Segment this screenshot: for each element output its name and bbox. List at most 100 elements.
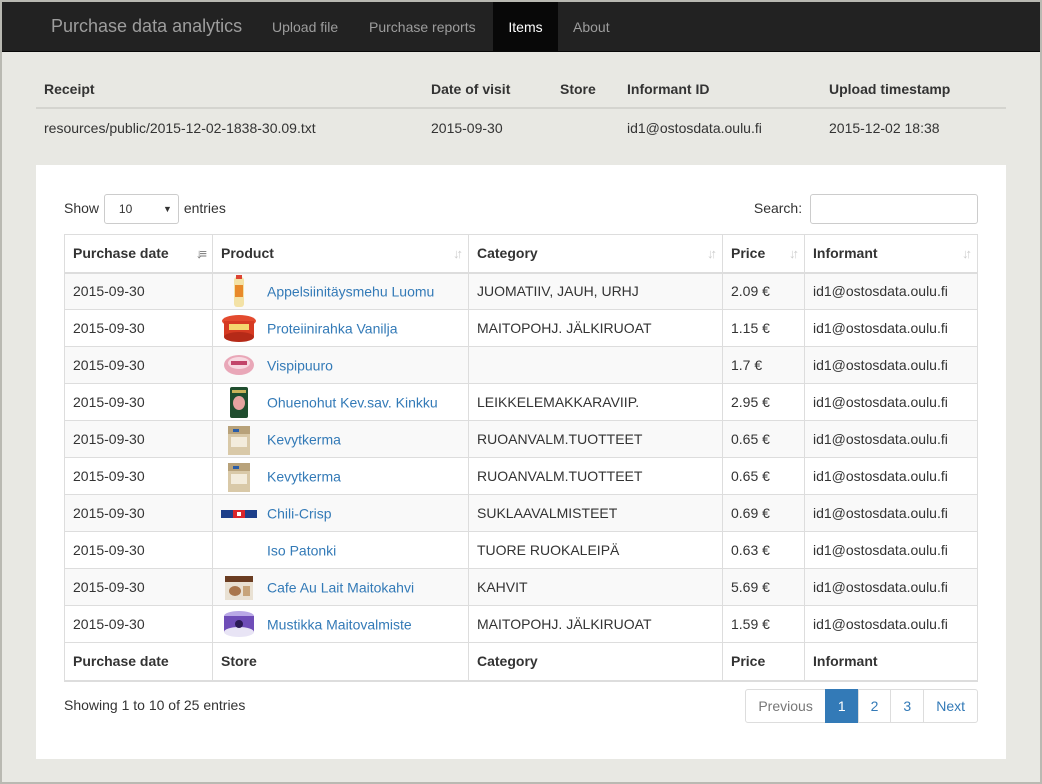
price-cell: 2.09 €	[722, 272, 805, 310]
previous-page-button[interactable]: Previous	[745, 689, 826, 723]
product-link[interactable]: Cafe Au Lait Maitokahvi	[267, 579, 414, 595]
nav-purchase-reports[interactable]: Purchase reports	[354, 2, 491, 52]
table-row: 2015-09-30 Cafe Au Lait Maitokahvi KAHVIT 5…	[64, 568, 978, 606]
entries-length-control: Show 10 ▼ entries	[64, 193, 226, 225]
purchase-date-cell: 2015-09-30	[64, 272, 213, 310]
cream-carton-icon	[221, 460, 257, 493]
price-cell: 1.59 €	[722, 605, 805, 643]
sort-both-icon: ↓↑	[453, 246, 463, 261]
product-cell: Ohuenohut Kev.sav. Kinkku	[212, 383, 469, 421]
table-row: 2015-09-30 Mustikka Maitovalmiste MAITOPOH…	[64, 605, 978, 643]
price-cell: 2.95 €	[722, 383, 805, 421]
product-link[interactable]: Iso Patonki	[267, 542, 336, 558]
receipt-row: resources/public/2015-12-02-1838-30.09.t…	[36, 108, 1006, 146]
sort-category[interactable]: Category ↓↑	[468, 234, 723, 274]
purchase-date-cell: 2015-09-30	[64, 383, 213, 421]
receipt-path: resources/public/2015-12-02-1838-30.09.t…	[44, 119, 316, 136]
price-cell: 0.65 €	[722, 420, 805, 458]
nav-about[interactable]: About	[558, 2, 625, 52]
cream-carton-icon	[221, 423, 257, 456]
sort-informant[interactable]: Informant ↓↑	[804, 234, 978, 274]
price-header: Price	[731, 245, 766, 262]
informant-cell: id1@ostosdata.oulu.fi	[804, 383, 978, 421]
search-input[interactable]	[810, 194, 978, 225]
sort-both-icon: ↓↑	[962, 246, 972, 261]
sort-purchase-date[interactable]: Purchase date ↓≡	[64, 234, 213, 274]
product-cell: Kevytkerma	[212, 420, 469, 458]
page-1-button[interactable]: 1	[824, 689, 859, 723]
category-cell: TUORE RUOKALEIPÄ	[468, 531, 723, 569]
product-cell: Appelsiinitäysmehu Luomu	[212, 272, 469, 310]
receipt-header: Receipt	[36, 70, 423, 109]
product-link[interactable]: Proteiinirahka Vanilja	[267, 320, 397, 336]
sort-product[interactable]: Product ↓↑	[212, 234, 469, 274]
informant-cell: id1@ostosdata.oulu.fi	[804, 309, 978, 347]
items-table: Purchase date ↓≡ Product ↓↑ Category ↓↑ …	[64, 234, 978, 682]
category-cell: MAITOPOHJ. JÄLKIRUOAT	[468, 605, 723, 643]
page-3-button[interactable]: 3	[890, 689, 925, 723]
entries-select-value: 10	[118, 202, 133, 217]
chevron-down-icon: ▼	[163, 204, 172, 215]
informant-id: id1@ostosdata.oulu.fi	[627, 119, 762, 136]
quark-tub-icon	[221, 312, 257, 345]
price-cell: 0.69 €	[722, 494, 805, 532]
informant-cell: id1@ostosdata.oulu.fi	[804, 568, 978, 606]
product-link[interactable]: Chili-Crisp	[267, 505, 332, 521]
purchase-date-cell: 2015-09-30	[64, 457, 213, 495]
purchase-date-cell: 2015-09-30	[64, 531, 213, 569]
category-cell: RUOANVALM.TUOTTEET	[468, 420, 723, 458]
items-panel: Show 10 ▼ entries Search: Purchase date …	[36, 165, 1006, 759]
informant-cell: id1@ostosdata.oulu.fi	[804, 272, 978, 310]
nav-items[interactable]: Items	[493, 2, 558, 52]
product-link[interactable]: Mustikka Maitovalmiste	[267, 616, 412, 632]
product-link[interactable]: Vispipuuro	[267, 357, 333, 373]
product-link[interactable]: Ohuenohut Kev.sav. Kinkku	[267, 394, 438, 410]
sort-both-icon: ↓↑	[789, 246, 799, 261]
product-cell: Iso Patonki	[212, 531, 469, 569]
nav-upload-file[interactable]: Upload file	[257, 2, 353, 52]
store-header: Store	[552, 70, 619, 109]
navbar: Purchase data analytics Upload file Purc…	[2, 2, 1040, 52]
product-link[interactable]: Kevytkerma	[267, 468, 341, 484]
category-cell: LEIKKELEMAKKARAVIIP.	[468, 383, 723, 421]
product-link[interactable]: Kevytkerma	[267, 431, 341, 447]
page-2-button[interactable]: 2	[857, 689, 892, 723]
show-label: Show	[64, 200, 100, 216]
category-cell: RUOANVALM.TUOTTEET	[468, 457, 723, 495]
informant-header: Informant	[813, 245, 878, 262]
product-link[interactable]: Appelsiinitäysmehu Luomu	[267, 283, 434, 299]
informant-cell: id1@ostosdata.oulu.fi	[804, 346, 978, 384]
table-info: Showing 1 to 10 of 25 entries	[64, 697, 246, 713]
table-row: 2015-09-30 Chili-Crisp SUKLAAVALMISTEET 0.6…	[64, 494, 978, 532]
price-cell: 0.63 €	[722, 531, 805, 569]
product-cell: Cafe Au Lait Maitokahvi	[212, 568, 469, 606]
product-cell: Kevytkerma	[212, 457, 469, 495]
category-cell	[468, 346, 723, 384]
sort-price[interactable]: Price ↓↑	[722, 234, 805, 274]
table-row: 2015-09-30 Vispipuuro 1.7 € id1@ostosdata.o…	[64, 346, 978, 384]
purchase-date-cell: 2015-09-30	[64, 605, 213, 643]
empty-thumbnail	[221, 534, 257, 567]
informant-cell: id1@ostosdata.oulu.fi	[804, 531, 978, 569]
category-cell: KAHVIT	[468, 568, 723, 606]
table-row: 2015-09-30 Proteiinirahka Vanilja MAITOPOH…	[64, 309, 978, 347]
ham-pack-icon	[221, 386, 257, 419]
product-header: Product	[221, 245, 274, 262]
purchase-date-cell: 2015-09-30	[64, 346, 213, 384]
pagination: Previous 1 2 3 Next	[745, 689, 978, 723]
sort-both-icon: ↓↑	[707, 246, 717, 261]
chocolate-bar-icon	[221, 497, 257, 530]
price-footer: Price	[722, 642, 805, 682]
price-cell: 1.15 €	[722, 309, 805, 347]
purchase-date-cell: 2015-09-30	[64, 420, 213, 458]
coffee-box-icon	[221, 571, 257, 604]
entries-select[interactable]: 10 ▼	[103, 194, 179, 225]
upload-timestamp: 2015-12-02 18:38	[829, 119, 940, 136]
entries-label: entries	[183, 200, 226, 216]
product-cell: Vispipuuro	[212, 346, 469, 384]
table-row: 2015-09-30 Kevytkerma RUOANVALM.TUOTTEET 0.…	[64, 457, 978, 495]
category-header: Category	[477, 245, 538, 262]
juice-bottle-icon	[221, 274, 257, 308]
next-page-button[interactable]: Next	[923, 689, 978, 723]
app-title[interactable]: Purchase data analytics	[51, 16, 242, 36]
